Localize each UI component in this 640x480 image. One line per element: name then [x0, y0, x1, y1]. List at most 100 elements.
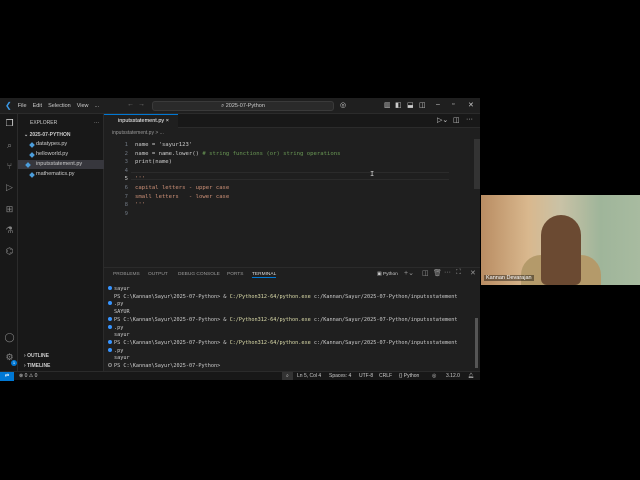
terminal-line: .py [108, 347, 458, 356]
command-decoration-icon[interactable] [108, 316, 112, 321]
restore-icon[interactable]: ▫ [452, 101, 454, 108]
zoom-icon[interactable]: ⌕ [282, 372, 293, 380]
split-terminal-icon[interactable]: ◫ [422, 269, 429, 277]
close-window-icon[interactable]: ✕ [468, 101, 474, 109]
maximize-panel-icon[interactable]: ⛶ [456, 269, 461, 277]
terminal-line: SAYUR [108, 309, 458, 317]
status-eol[interactable]: CRLF [379, 372, 392, 380]
terminal-scrollbar[interactable] [475, 318, 478, 368]
remote-indicator-icon[interactable]: ⇄ [0, 372, 14, 381]
run-python-icon[interactable]: ▷⌄ [437, 116, 448, 124]
breadcrumb[interactable]: inputsstatement.py > ... [112, 130, 164, 136]
terminal-text: PS C:\Kannan\Sayur\2025-07-Python> & C:/… [114, 293, 458, 300]
panel-more-icon[interactable]: ··· [444, 269, 451, 276]
explorer-sidebar: EXPLORER ··· ⌄ 2025-07-PYTHON datatypes.… [18, 114, 104, 371]
file-mathematics[interactable]: mathematics.py [22, 170, 104, 179]
terminal-text: PS C:\Kannan\Sayur\2025-07-Python> & C:/… [114, 316, 458, 323]
code-line: ''' [135, 176, 146, 183]
menu-more[interactable]: ... [95, 103, 100, 109]
status-encoding[interactable]: UTF-8 [359, 372, 373, 380]
menu-edit[interactable]: Edit [33, 103, 42, 109]
status-python-version[interactable]: 3.12.0 [446, 372, 460, 380]
outline-section[interactable]: › OUTLINE [24, 353, 49, 359]
copilot-status-icon[interactable]: ◎ [432, 372, 436, 380]
terminal-text: PS C:\Kannan\Sayur\2025-07-Python> & C:/… [114, 339, 458, 346]
status-problems[interactable]: ⊗ 0 ⚠ 0 [19, 372, 37, 380]
tab-terminal[interactable]: TERMINAL [252, 272, 277, 278]
tab-label: inputsstatement.py [118, 118, 165, 124]
terminal-line: .py [108, 301, 458, 309]
command-center-search[interactable]: ⌕ 2025-07-Python [152, 101, 334, 111]
kill-terminal-icon[interactable]: 🗑 [433, 269, 442, 277]
tab-problems[interactable]: PROBLEMS [113, 272, 140, 277]
tab-ports[interactable]: PORTS [227, 272, 243, 277]
source-control-icon[interactable]: ⑂ [4, 161, 15, 172]
new-terminal-icon[interactable]: +⌄ [404, 269, 414, 277]
back-arrow-icon[interactable]: ← [127, 101, 134, 108]
line-number: 5 [124, 176, 128, 183]
line-number: 6 [124, 185, 128, 191]
close-panel-icon[interactable]: ✕ [470, 269, 476, 277]
toggle-secondary-sidebar-icon[interactable]: ◫ [419, 101, 426, 109]
remote-explorer-icon[interactable]: ⌬ [4, 246, 15, 257]
command-decoration-icon[interactable] [108, 324, 112, 329]
outline-label: OUTLINE [27, 353, 50, 359]
terminal-output[interactable]: sayur PS C:\Kannan\Sayur\2025-07-Python> … [108, 286, 458, 371]
terminal-line: PS C:\Kannan\Sayur\2025-07-Python> & C:/… [108, 294, 458, 302]
editor-more-icon[interactable]: ··· [466, 116, 473, 123]
activity-bar: ❐ ⌕ ⑂ ▷ ⊞ ⚗ ⌬ ◯ ⚙ 1 [0, 114, 18, 371]
run-debug-icon[interactable]: ▷ [4, 182, 15, 193]
command-decoration-icon[interactable] [108, 347, 112, 352]
explorer-more-icon[interactable]: ··· [94, 120, 99, 126]
toggle-sidebar-icon[interactable]: ◧ [395, 101, 402, 109]
copilot-icon[interactable]: ◎ [340, 101, 346, 109]
vscode-logo-icon: ❮ [5, 101, 12, 110]
file-datatypes[interactable]: datatypes.py [22, 140, 104, 149]
command-decoration-icon[interactable] [108, 363, 112, 368]
menu-file[interactable]: File [18, 103, 27, 109]
testing-icon[interactable]: ⚗ [4, 225, 15, 236]
extensions-icon[interactable]: ⊞ [4, 204, 15, 215]
editor-scrollbar[interactable] [474, 139, 480, 189]
terminal-line: sayur [108, 355, 458, 363]
vscode-window: ❮ File Edit Selection View ... ← → ⌕ 202… [0, 98, 480, 381]
timeline-section[interactable]: › TIMELINE [24, 363, 50, 369]
menu-view[interactable]: View [77, 103, 89, 109]
toggle-panel-icon[interactable]: ⬓ [407, 101, 414, 109]
tab-debug-console[interactable]: DEBUG CONSOLE [178, 272, 220, 277]
folder-header[interactable]: ⌄ 2025-07-PYTHON [24, 132, 70, 138]
command-decoration-icon[interactable] [108, 339, 112, 344]
terminal-line: sayur [108, 332, 458, 340]
terminal-line: .py [108, 324, 458, 333]
status-position[interactable]: Ln 5, Col 4 [297, 372, 321, 380]
tab-inputsstatement[interactable]: inputsstatement.py × [104, 114, 178, 128]
terminal-text: .py [114, 301, 124, 308]
explorer-icon[interactable]: ❐ [4, 118, 15, 129]
settings-badge: 1 [11, 360, 17, 366]
tab-close-icon[interactable]: × [166, 118, 169, 124]
split-editor-icon[interactable]: ◫ [453, 116, 460, 124]
explorer-title: EXPLORER [30, 120, 58, 126]
file-helloworld[interactable]: helloworld.py [22, 150, 104, 159]
file-inputsstatement[interactable]: inputsstatement.py [18, 160, 104, 169]
terminal-line: PS C:\Kannan\Sayur\2025-07-Python> & C:/… [108, 339, 458, 348]
menu-selection[interactable]: Selection [48, 103, 71, 109]
line-number: 2 [124, 150, 128, 157]
customize-layout-icon[interactable]: ▥ [384, 101, 391, 109]
notifications-bell-icon[interactable]: 🔔︎ [468, 372, 474, 380]
status-spaces[interactable]: Spaces: 4 [329, 372, 351, 380]
terminal-profile[interactable]: ▣ Python [377, 272, 398, 277]
forward-arrow-icon[interactable]: → [138, 101, 145, 108]
presenter-head [541, 215, 581, 285]
code-editor[interactable]: I 1 name = 'sayur123' 2 name = name.lower()… [104, 139, 480, 264]
account-icon[interactable]: ◯ [4, 332, 15, 343]
status-language[interactable]: {} Python [399, 372, 419, 380]
code-comment: # string functions (or) string operation… [202, 150, 341, 157]
search-icon[interactable]: ⌕ [4, 140, 15, 151]
command-decoration-icon[interactable] [108, 301, 112, 306]
command-decoration-icon[interactable] [108, 286, 112, 290]
text-cursor-icon: I [370, 170, 375, 178]
terminal-text: sayur [114, 332, 130, 339]
tab-output[interactable]: OUTPUT [148, 272, 168, 277]
minimize-icon[interactable]: – [436, 101, 440, 108]
